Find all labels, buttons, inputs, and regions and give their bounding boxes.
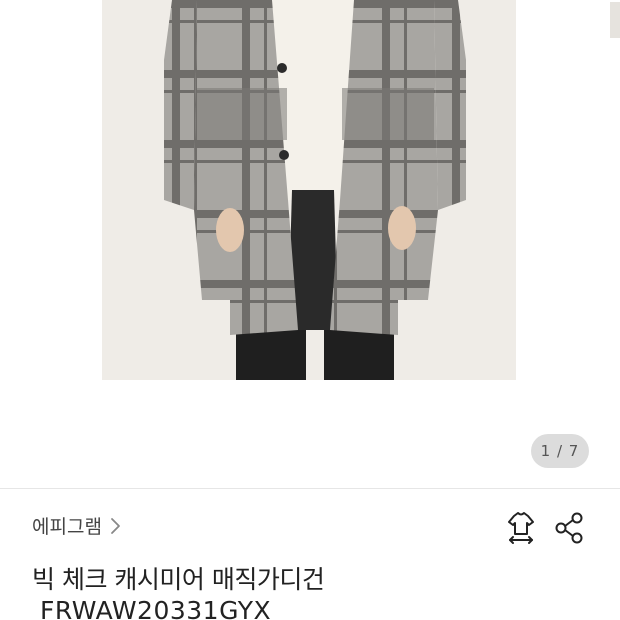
tshirt-hanger-icon (508, 512, 534, 544)
share-button[interactable] (552, 510, 586, 546)
closet-button[interactable] (504, 510, 538, 546)
product-photo[interactable] (102, 0, 516, 380)
product-image-gallery[interactable]: 1 / 7 (0, 0, 620, 490)
product-title: 빅 체크 캐시미어 매직가디건 (32, 565, 325, 594)
image-counter: 1 / 7 (531, 434, 589, 468)
divider (0, 488, 620, 489)
product-photo-illustration (102, 0, 516, 380)
chevron-right-icon (111, 517, 120, 534)
brand-link[interactable]: 에피그램 (32, 512, 122, 539)
brand-name: 에피그램 (32, 516, 102, 538)
product-code: FRWAW20331GYX (40, 596, 272, 620)
share-icon (555, 512, 583, 544)
next-image-preview[interactable] (604, 0, 620, 40)
